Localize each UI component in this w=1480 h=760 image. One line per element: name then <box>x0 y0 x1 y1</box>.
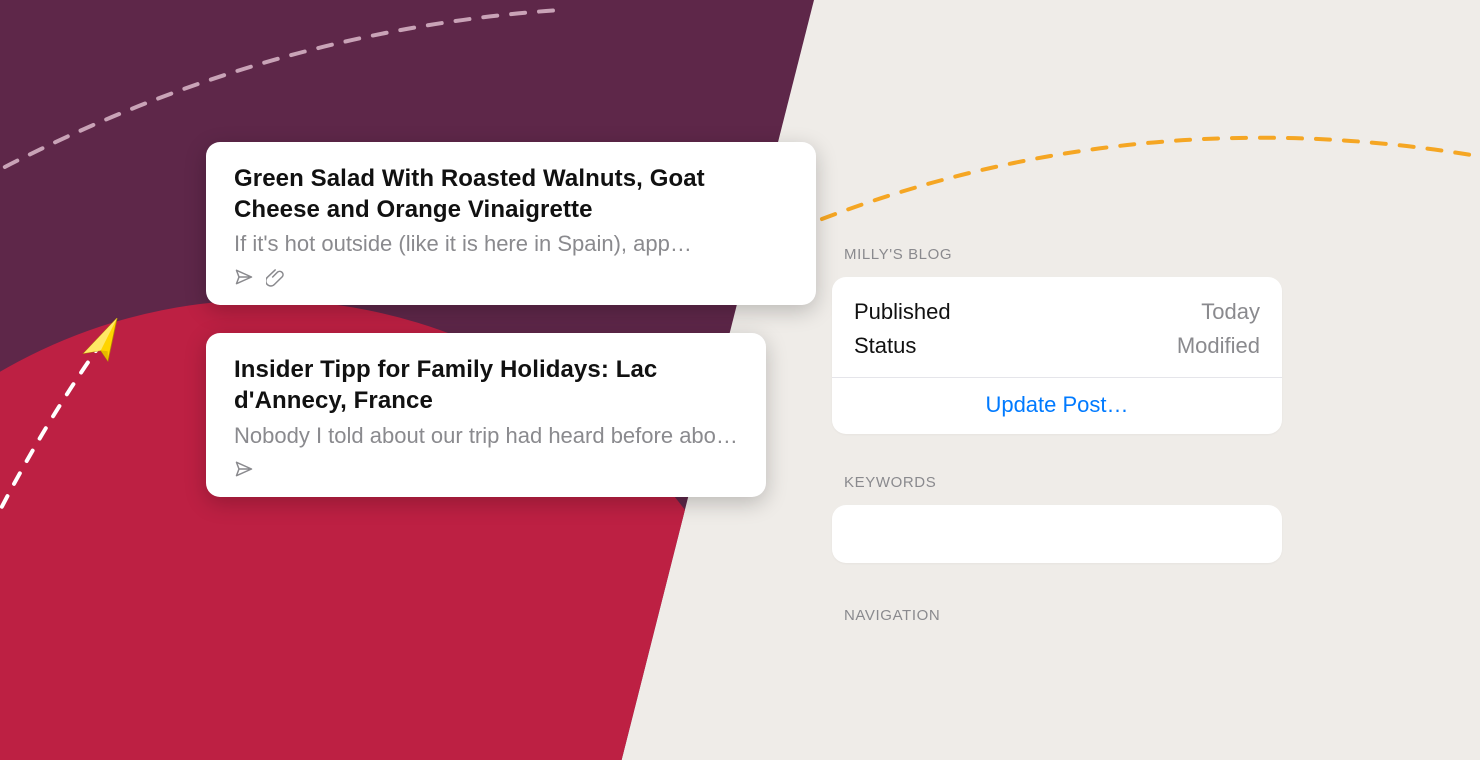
published-label: Published <box>854 295 951 329</box>
paper-plane-icon <box>78 318 128 368</box>
send-icon <box>234 459 254 479</box>
status-row: Status Modified <box>854 329 1260 363</box>
section-label-keywords: KEYWORDS <box>844 474 1282 491</box>
article-title: Insider Tipp for Family Holidays: Lac d'… <box>234 355 738 416</box>
article-status-icons <box>234 267 788 287</box>
section-label-blog: MILLY'S BLOG <box>844 246 1282 263</box>
keywords-input[interactable] <box>832 505 1282 563</box>
published-row: Published Today <box>854 295 1260 329</box>
article-status-icons <box>234 459 738 479</box>
article-preview: Nobody I told about our trip had heard b… <box>234 423 738 449</box>
send-icon <box>234 267 254 287</box>
status-value: Modified <box>1177 329 1260 363</box>
article-card[interactable]: Green Salad With Roasted Walnuts, Goat C… <box>206 142 816 305</box>
post-settings-panel: MILLY'S BLOG Published Today Status Modi… <box>832 246 1282 638</box>
article-card[interactable]: Insider Tipp for Family Holidays: Lac d'… <box>206 333 766 496</box>
promo-stage: Green Salad With Roasted Walnuts, Goat C… <box>0 0 1480 760</box>
status-label: Status <box>854 329 916 363</box>
blog-status-card: Published Today Status Modified Update P… <box>832 277 1282 434</box>
article-card-list: Green Salad With Roasted Walnuts, Goat C… <box>206 142 816 525</box>
attachment-icon <box>266 267 286 287</box>
section-label-navigation: NAVIGATION <box>844 607 1282 624</box>
article-preview: If it's hot outside (like it is here in … <box>234 231 788 257</box>
article-title: Green Salad With Roasted Walnuts, Goat C… <box>234 164 788 225</box>
published-value: Today <box>1201 295 1260 329</box>
update-post-button[interactable]: Update Post… <box>854 378 1260 418</box>
